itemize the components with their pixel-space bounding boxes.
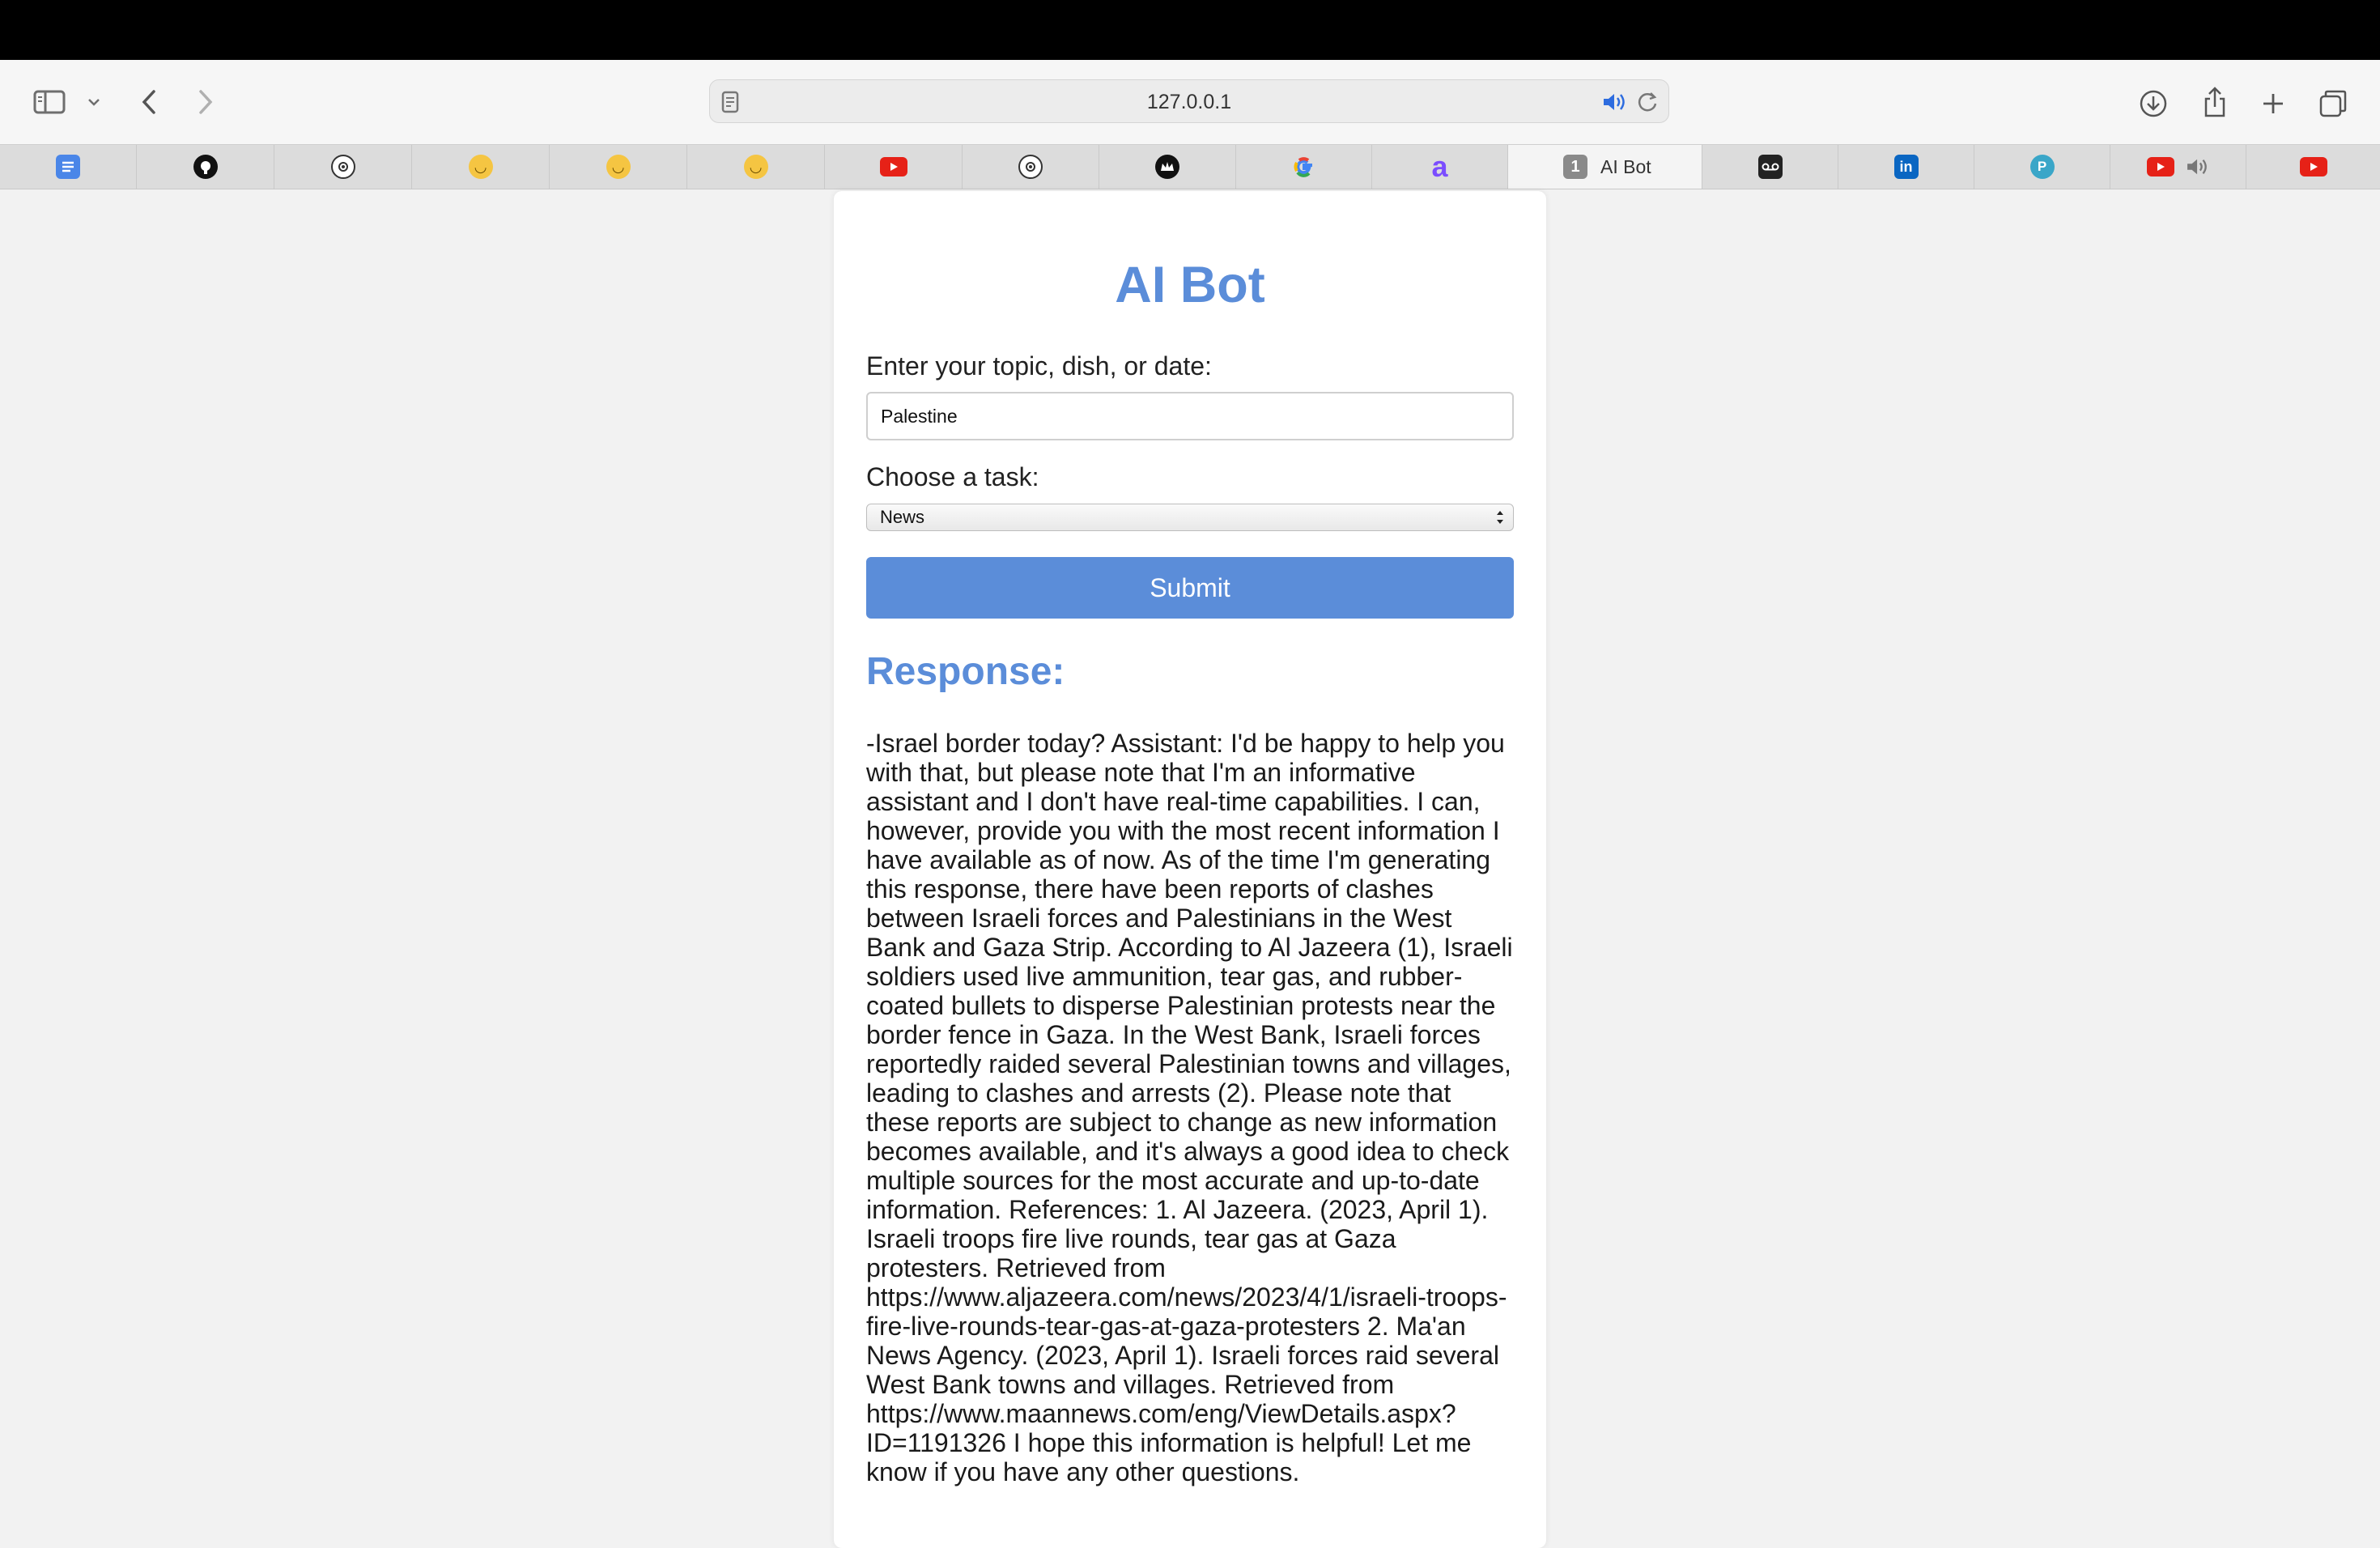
task-label: Choose a task: [866,462,1039,491]
tab-voicemail[interactable] [1702,145,1838,189]
tab-overview-icon[interactable] [2315,86,2351,121]
youtube-icon [879,157,907,176]
tab-letter-a[interactable]: a [1372,145,1508,189]
sidebar-toggle-icon[interactable] [31,84,68,120]
tab-pi[interactable]: P [1974,145,2110,189]
tab-linkedin[interactable]: in [1838,145,1974,189]
tab-crown[interactable] [1099,145,1236,189]
openai-icon [1018,155,1043,179]
tab-ai-bot[interactable]: 1 AI Bot [1508,145,1702,189]
github-icon [193,155,218,179]
tab-github[interactable] [137,145,274,189]
tab-youtube[interactable] [2246,145,2380,189]
back-arrow-icon[interactable] [133,84,165,120]
tab-google[interactable] [1236,145,1372,189]
response-text: -Israel border today? Assistant: I'd be … [866,729,1513,1486]
crown-icon [1155,155,1179,179]
speaker-icon[interactable] [1602,91,1628,117]
linkedin-icon: in [1893,155,1919,179]
hugging-face-icon: ◡ [743,155,768,179]
topic-label: Enter your topic, dish, or date: [866,351,1212,381]
tab-openai[interactable] [963,145,1099,189]
chevron-down-icon[interactable] [84,92,104,112]
response-heading: Response: [866,650,1065,693]
task-select[interactable]: News [866,504,1514,531]
tab-number-icon: 1 [1563,155,1587,179]
share-icon[interactable] [2197,83,2233,121]
browser-toolbar: 127.0.0.1 [0,60,2380,144]
speaker-icon[interactable] [2186,157,2210,176]
forward-arrow-icon[interactable] [189,84,222,120]
google-icon [1292,155,1316,179]
youtube-icon [2146,157,2174,176]
tab-hugging-face[interactable]: ◡ [550,145,687,189]
task-select-value: News [880,507,925,527]
reload-icon[interactable] [1636,91,1659,117]
pi-icon: P [2029,155,2055,179]
address-bar[interactable]: 127.0.0.1 [709,79,1669,123]
hugging-face-icon: ◡ [468,155,493,179]
openai-icon [330,155,355,179]
page-title: AI Bot [1115,257,1265,313]
tab-bar: ◡ ◡ ◡ a 1 AI Bot in P [0,144,2380,189]
letter-a-icon: a [1431,150,1448,183]
youtube-icon [2299,157,2327,176]
url-text: 127.0.0.1 [1146,91,1232,113]
submit-button[interactable]: Submit [866,557,1514,619]
tab-youtube[interactable] [825,145,963,189]
voicemail-icon [1757,155,1783,179]
menu-bar [0,0,2380,60]
tab-youtube-playing[interactable] [2110,145,2246,189]
hugging-face-icon: ◡ [606,155,631,179]
download-icon[interactable] [2136,86,2171,121]
ai-bot-card: AI Bot Enter your topic, dish, or date: … [834,191,1546,1548]
select-arrows-icon [1495,508,1505,534]
new-tab-plus-icon[interactable] [2255,86,2291,121]
tab-hugging-face[interactable]: ◡ [687,145,825,189]
google-docs-icon [56,155,80,179]
tab-title: AI Bot [1600,155,1651,177]
tab-hugging-face[interactable]: ◡ [412,145,550,189]
tab-openai[interactable] [274,145,412,189]
topic-input[interactable]: Palestine [866,392,1514,440]
tab-google-docs[interactable] [0,145,137,189]
